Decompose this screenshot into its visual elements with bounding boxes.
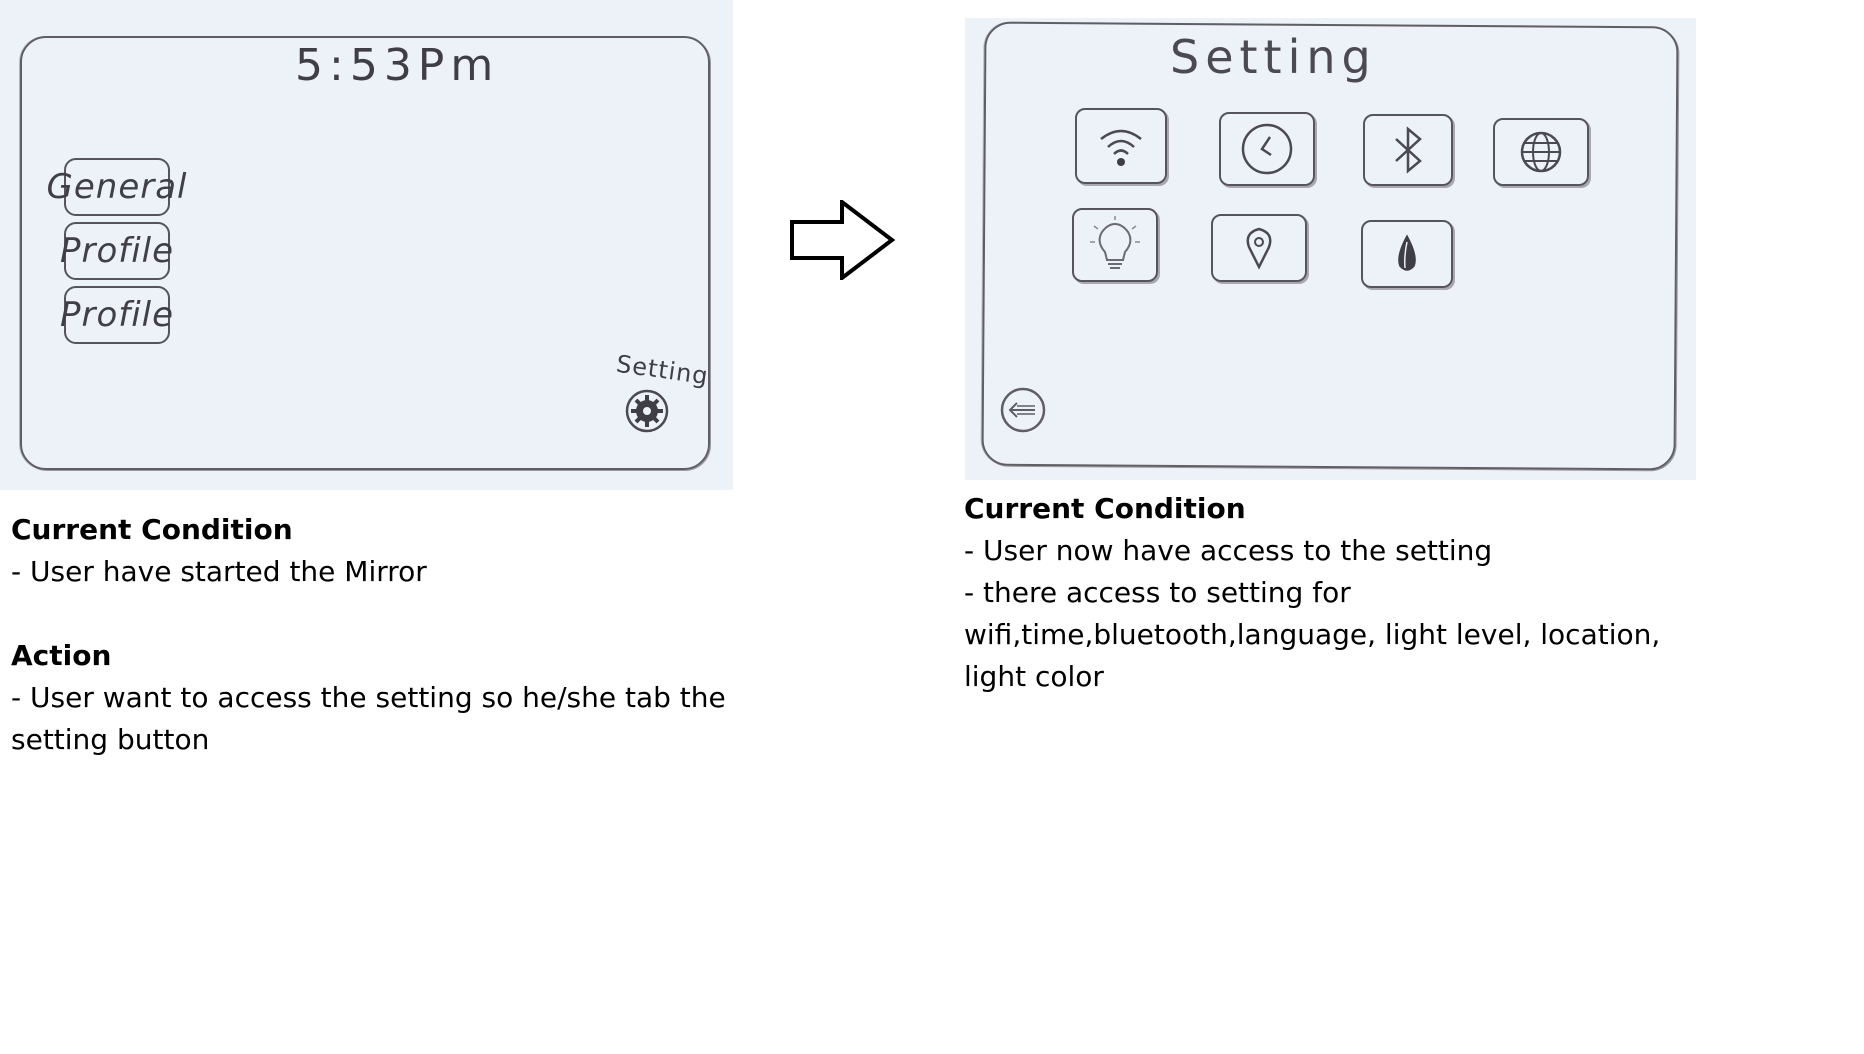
- settings-access-text: - there access to setting for wifi,time,…: [964, 576, 1661, 693]
- light-color-tile[interactable]: [1361, 220, 1453, 288]
- bluetooth-icon: [1395, 126, 1422, 174]
- wifi-icon: [1100, 129, 1142, 166]
- bluetooth-tile[interactable]: [1363, 114, 1453, 186]
- wifi-tile[interactable]: [1075, 108, 1167, 184]
- current-condition-heading: Current Condition: [964, 492, 1246, 525]
- general-button[interactable]: General: [47, 158, 187, 216]
- current-condition-text: - User have started the Mirror: [11, 555, 427, 588]
- lightbulb-icon: [1090, 216, 1140, 269]
- location-pin-icon: [1246, 227, 1272, 270]
- language-tile[interactable]: [1493, 118, 1589, 186]
- clock-time: 5:53Pm: [295, 40, 500, 91]
- profile-button-1[interactable]: Profile: [60, 222, 173, 280]
- left-description: Current Condition - User have started th…: [11, 509, 771, 761]
- action-heading: Action: [11, 639, 112, 672]
- back-arrow-icon[interactable]: [999, 386, 1047, 434]
- time-tile[interactable]: [1219, 112, 1315, 186]
- settings-screen-sketch: Setting: [965, 18, 1696, 480]
- home-screen-sketch: 5:53Pm General Profile Profile Setting: [0, 0, 733, 490]
- color-drop-icon: [1398, 234, 1416, 271]
- action-text: - User want to access the setting so he/…: [11, 681, 726, 756]
- settings-title: Setting: [1170, 30, 1377, 84]
- globe-icon: [1520, 131, 1562, 173]
- transition-arrow-icon: [790, 200, 896, 280]
- right-description: Current Condition - User now have access…: [964, 488, 1684, 698]
- location-tile[interactable]: [1211, 214, 1307, 282]
- light-level-tile[interactable]: [1072, 208, 1158, 282]
- gear-icon[interactable]: [624, 388, 670, 434]
- current-condition-heading: Current Condition: [11, 513, 293, 546]
- clock-icon: [1241, 123, 1293, 175]
- current-condition-text: - User now have access to the setting: [964, 534, 1493, 567]
- profile-button-2[interactable]: Profile: [60, 286, 173, 344]
